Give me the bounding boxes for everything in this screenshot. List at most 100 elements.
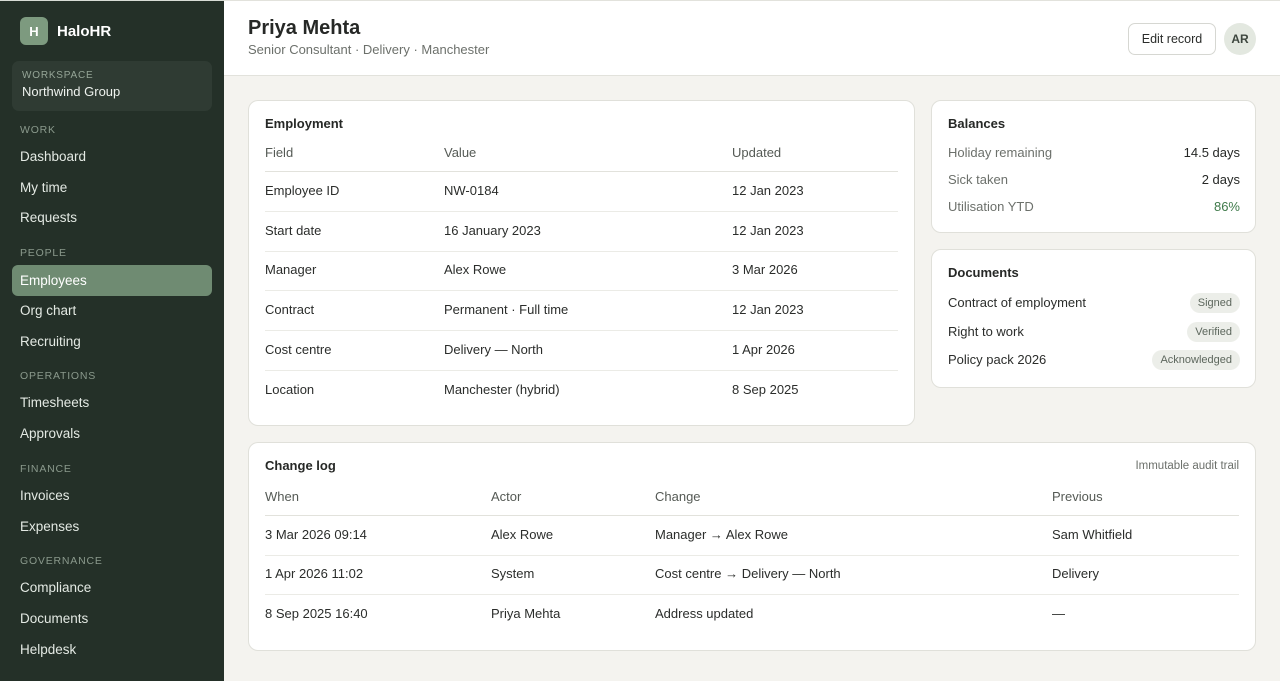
- table-row: 1 Apr 2026 11:02 System Cost centre → De…: [265, 555, 1239, 595]
- balance-row: Holiday remaining 14.5 days: [948, 145, 1240, 165]
- actor-cell: System: [491, 566, 535, 581]
- sidebar-item-org-chart[interactable]: Org chart: [12, 295, 212, 326]
- sidebar: H HaloHR Workspace Northwind Group Work …: [0, 0, 224, 681]
- change-log-title: Change log: [265, 458, 336, 473]
- sidebar-item-approvals[interactable]: Approvals: [12, 418, 212, 449]
- sidebar-item-compliance[interactable]: Compliance: [12, 572, 212, 603]
- brand-logo: H: [20, 17, 48, 45]
- table-row: Location Manchester (hybrid) 8 Sep 2025: [265, 371, 898, 411]
- table-row: Employee ID NW-0184 12 Jan 2023: [265, 172, 898, 212]
- avatar[interactable]: AR: [1224, 23, 1256, 55]
- column-header-value: Value: [444, 145, 477, 160]
- field-cell: Contract: [265, 302, 315, 317]
- column-header-when: When: [265, 489, 299, 504]
- column-header-change: Change: [655, 489, 701, 504]
- document-row[interactable]: Contract of employment Signed: [948, 292, 1240, 314]
- value-cell: Permanent · Full time: [444, 302, 569, 317]
- updated-cell: 12 Jan 2023: [732, 302, 804, 317]
- status-badge: Signed: [1189, 293, 1240, 313]
- value-cell: Alex Rowe: [444, 262, 507, 277]
- balance-value: 2 days: [1201, 172, 1240, 187]
- column-header-actor: Actor: [491, 489, 522, 504]
- previous-cell: Sam Whitfield: [1052, 527, 1133, 542]
- workspace-switcher[interactable]: Workspace Northwind Group: [12, 61, 212, 111]
- updated-cell: 1 Apr 2026: [732, 342, 795, 357]
- balance-label: Utilisation YTD: [948, 199, 1034, 214]
- page-header: Priya Mehta Senior Consultant · Delivery…: [224, 0, 1280, 76]
- brand[interactable]: H HaloHR: [0, 1, 224, 61]
- table-row: Start date 16 January 2023 12 Jan 2023: [265, 212, 898, 252]
- table-row: Cost centre Delivery — North 1 Apr 2026: [265, 331, 898, 371]
- employment-card: Employment Field Value Updated Employee …: [248, 100, 915, 426]
- value-cell: Manchester (hybrid): [444, 382, 560, 397]
- section-label-finance: Finance: [20, 463, 72, 475]
- section-label-operations: Operations: [20, 370, 97, 382]
- workspace-name: Northwind Group: [22, 84, 121, 99]
- section-label-people: People: [20, 247, 67, 259]
- balance-row: Sick taken 2 days: [948, 172, 1240, 192]
- employment-table-header: Field Value Updated: [265, 145, 898, 172]
- sidebar-item-dashboard[interactable]: Dashboard: [12, 141, 212, 172]
- sidebar-item-employees[interactable]: Employees: [12, 265, 212, 296]
- sidebar-item-my-time[interactable]: My time: [12, 172, 212, 203]
- when-cell: 8 Sep 2025 16:40: [265, 606, 368, 621]
- utilisation-value: 86%: [1213, 199, 1240, 214]
- document-row[interactable]: Right to work Verified: [948, 321, 1240, 343]
- document-label[interactable]: Contract of employment: [948, 295, 1086, 310]
- page-subtitle: Senior Consultant · Delivery · Mancheste…: [248, 42, 490, 57]
- sidebar-item-requests[interactable]: Requests: [12, 202, 212, 233]
- field-cell: Location: [265, 382, 315, 397]
- section-label-governance: Governance: [20, 555, 103, 567]
- sidebar-item-invoices[interactable]: Invoices: [12, 480, 212, 511]
- sidebar-item-recruiting[interactable]: Recruiting: [12, 326, 212, 357]
- actor-cell: Alex Rowe: [491, 527, 554, 542]
- audit-trail-note: Immutable audit trail: [1135, 460, 1239, 472]
- status-badge: Acknowledged: [1152, 350, 1240, 370]
- page-title: Priya Mehta: [248, 17, 361, 39]
- balance-label: Holiday remaining: [948, 145, 1053, 160]
- updated-cell: 8 Sep 2025: [732, 382, 799, 397]
- edit-record-button[interactable]: Edit record: [1128, 23, 1216, 55]
- previous-cell: —: [1052, 606, 1065, 621]
- when-cell: 3 Mar 2026 09:14: [265, 527, 367, 542]
- previous-cell: Delivery: [1052, 566, 1099, 581]
- brand-name: HaloHR: [57, 22, 112, 40]
- status-badge: Verified: [1187, 322, 1240, 342]
- document-row[interactable]: Policy pack 2026 Acknowledged: [948, 349, 1240, 371]
- balances-title: Balances: [948, 116, 1006, 131]
- when-cell: 1 Apr 2026 11:02: [265, 566, 364, 581]
- sidebar-item-expenses[interactable]: Expenses: [12, 511, 212, 542]
- value-cell: NW-0184: [444, 183, 499, 198]
- balance-row: Utilisation YTD 86%: [948, 199, 1240, 219]
- main-content: Priya Mehta Senior Consultant · Delivery…: [224, 0, 1280, 681]
- field-cell: Cost centre: [265, 342, 332, 357]
- value-cell: 16 January 2023: [444, 223, 541, 238]
- field-cell: Employee ID: [265, 183, 340, 198]
- change-cell: Address updated: [655, 606, 754, 621]
- field-cell: Start date: [265, 223, 322, 238]
- column-header-previous: Previous: [1052, 489, 1103, 504]
- table-row: 3 Mar 2026 09:14 Alex Rowe Manager → Ale…: [265, 516, 1239, 556]
- value-cell: Delivery — North: [444, 342, 543, 357]
- documents-title: Documents: [948, 265, 1019, 280]
- change-log-header: When Actor Change Previous: [265, 489, 1239, 516]
- table-row: 8 Sep 2025 16:40 Priya Mehta Address upd…: [265, 595, 1239, 635]
- change-cell: Cost centre → Delivery — North: [655, 566, 841, 581]
- section-label-work: Work: [20, 124, 56, 136]
- table-row: Manager Alex Rowe 3 Mar 2026: [265, 251, 898, 291]
- sidebar-item-timesheets[interactable]: Timesheets: [12, 387, 212, 418]
- employment-title: Employment: [265, 116, 344, 131]
- change-log-card: Change log Immutable audit trail When Ac…: [248, 442, 1256, 651]
- sidebar-item-helpdesk[interactable]: Helpdesk: [12, 634, 212, 665]
- sidebar-item-documents[interactable]: Documents: [12, 603, 212, 634]
- balances-card: Balances Holiday remaining 14.5 days Sic…: [931, 100, 1256, 233]
- workspace-label: Workspace: [22, 70, 94, 81]
- table-row: Contract Permanent · Full time 12 Jan 20…: [265, 291, 898, 331]
- updated-cell: 3 Mar 2026: [732, 262, 798, 277]
- updated-cell: 12 Jan 2023: [732, 223, 804, 238]
- document-label[interactable]: Right to work: [948, 324, 1024, 339]
- document-label[interactable]: Policy pack 2026: [948, 352, 1046, 367]
- documents-card: Documents Contract of employment Signed …: [931, 249, 1256, 388]
- updated-cell: 12 Jan 2023: [732, 183, 804, 198]
- change-cell: Manager → Alex Rowe: [655, 527, 788, 542]
